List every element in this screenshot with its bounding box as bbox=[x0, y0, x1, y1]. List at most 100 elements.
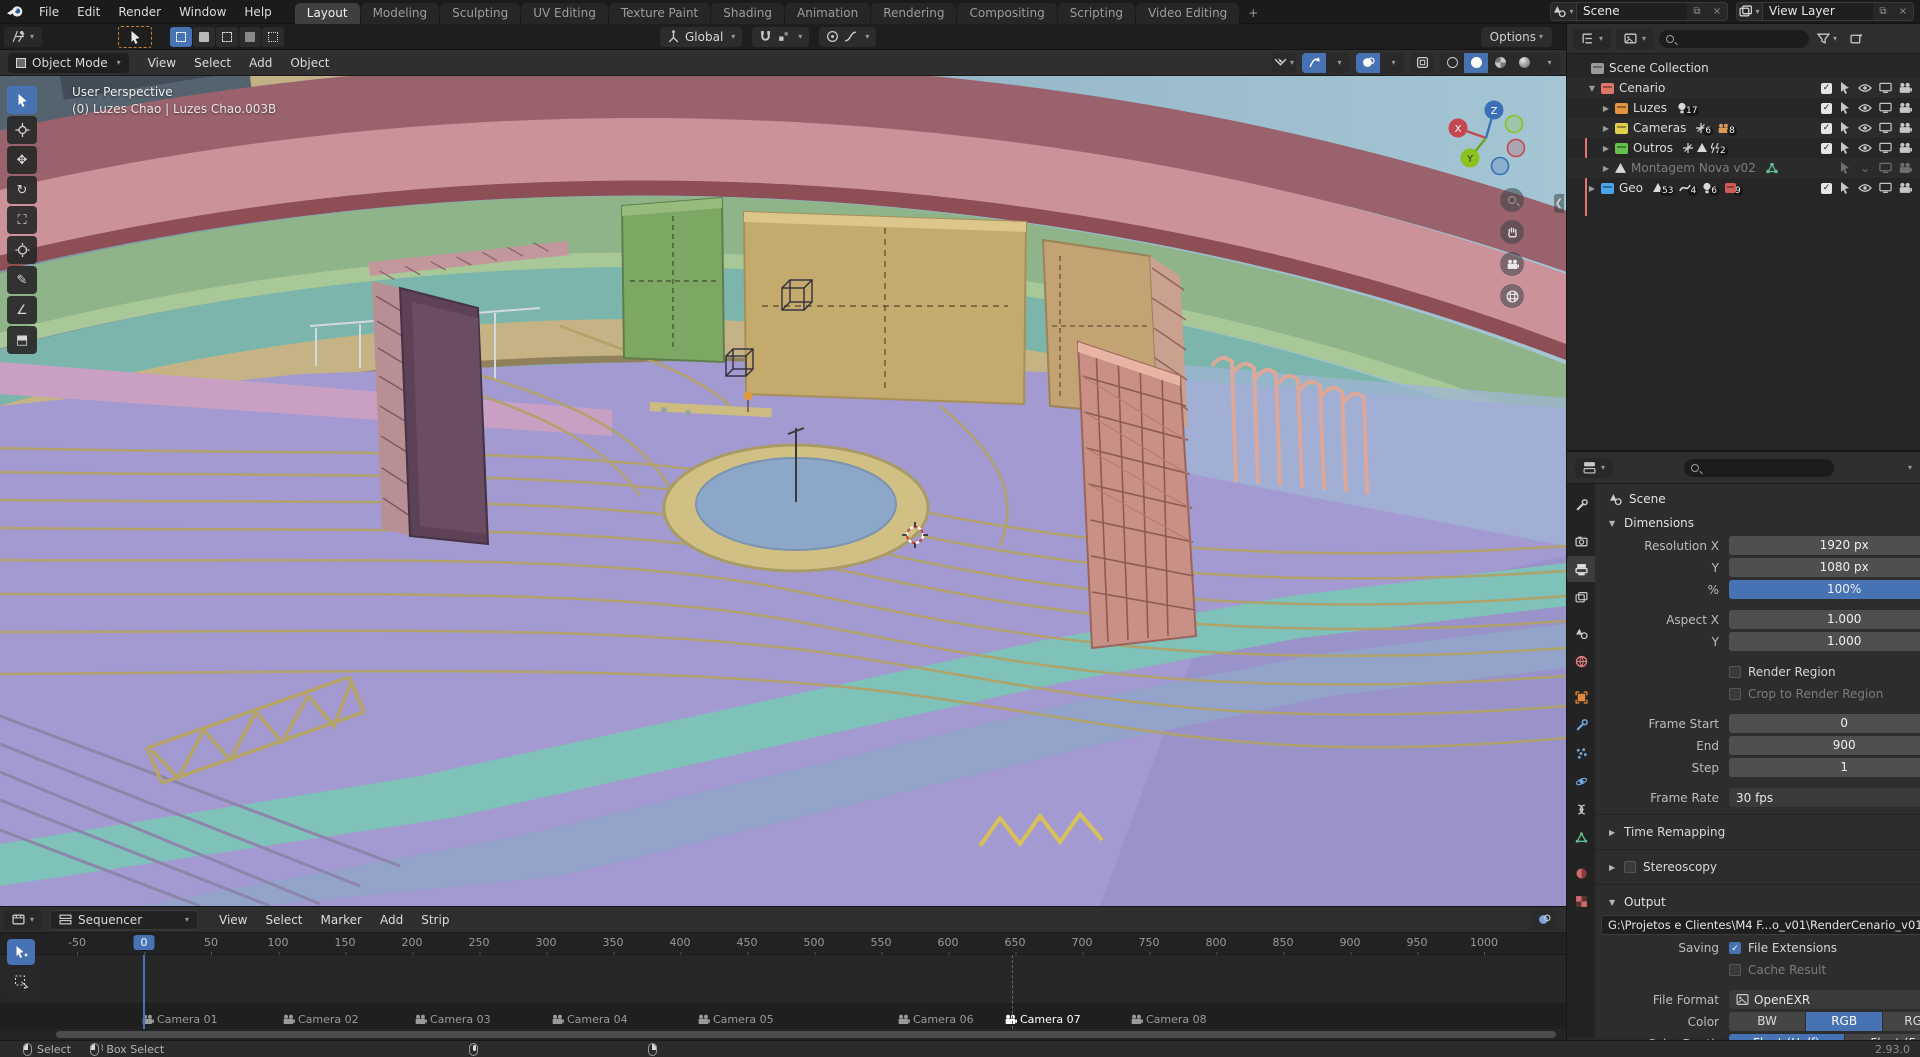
view-layer-copy-icon[interactable]: ⧉ bbox=[1873, 6, 1893, 17]
render-disable-icon[interactable] bbox=[1898, 81, 1912, 95]
properties-tab-render[interactable] bbox=[1567, 528, 1595, 554]
sequencer-menu-select[interactable]: Select bbox=[256, 908, 311, 932]
resolution-y-field[interactable]: 1080 px bbox=[1729, 558, 1920, 577]
sequencer-menu-marker[interactable]: Marker bbox=[312, 908, 371, 932]
hide-eye-icon[interactable] bbox=[1858, 141, 1872, 155]
outliner-row-cameras[interactable]: ▶ Cameras 6 8 ✓ bbox=[1567, 118, 1920, 138]
camera-marker[interactable]: Camera 07 bbox=[1004, 1013, 1081, 1026]
timeline-markers-row[interactable]: Camera 01 Camera 02 Camera 03 Camera 04 Came… bbox=[0, 1003, 1566, 1029]
tool-measure[interactable]: ∠ bbox=[7, 296, 37, 324]
outliner-filter-dropdown[interactable]: ▾ bbox=[1814, 29, 1840, 49]
orientation-dropdown[interactable]: Global ▾ bbox=[660, 26, 743, 47]
output-path-field[interactable]: G:\Projetos e Clientes\M4 F...o_v01\Rend… bbox=[1601, 915, 1920, 935]
expand-arrow-icon[interactable]: ▶ bbox=[1599, 144, 1613, 153]
output-panel-header[interactable]: ▼Output⠿ bbox=[1601, 891, 1920, 913]
select-mode-subtract-button[interactable] bbox=[216, 26, 238, 47]
outliner-row-montagem[interactable]: ▶ Montagem Nova v02 ⌄ bbox=[1567, 158, 1920, 178]
expand-arrow-icon[interactable]: ▶ bbox=[1599, 104, 1613, 113]
properties-tab-object-data[interactable] bbox=[1567, 824, 1595, 850]
tab-shading[interactable]: Shading bbox=[711, 2, 784, 24]
timeline-scrollbar[interactable] bbox=[56, 1031, 1556, 1038]
crop-region-checkbox[interactable] bbox=[1729, 687, 1741, 700]
dimensions-panel-header[interactable]: ▼Dimensions ☰ ⠿ bbox=[1601, 512, 1920, 534]
tab-modeling[interactable]: Modeling bbox=[360, 2, 440, 24]
properties-tab-physics[interactable] bbox=[1567, 768, 1595, 794]
selectable-icon[interactable] bbox=[1838, 141, 1852, 155]
active-tool-indicator[interactable] bbox=[118, 25, 152, 48]
tool-select-box[interactable] bbox=[7, 86, 37, 114]
snap-controls[interactable]: ▾ bbox=[752, 26, 810, 47]
viewport-menu-object[interactable]: Object bbox=[281, 51, 338, 75]
tab-uv-editing[interactable]: UV Editing bbox=[521, 2, 608, 24]
sequencer-menu-strip[interactable]: Strip bbox=[412, 908, 458, 932]
viewport-disable-icon[interactable] bbox=[1878, 181, 1892, 195]
viewport-disable-icon[interactable] bbox=[1878, 81, 1892, 95]
tab-texture-paint[interactable]: Texture Paint bbox=[608, 2, 711, 24]
shading-wireframe-button[interactable] bbox=[1440, 53, 1464, 73]
file-extensions-checkbox[interactable]: ✓ bbox=[1729, 941, 1741, 954]
tab-animation[interactable]: Animation bbox=[785, 2, 871, 24]
hide-eye-icon[interactable] bbox=[1858, 81, 1872, 95]
sidebar-collapse-arrow[interactable]: ❮ bbox=[1553, 194, 1564, 213]
sequencer-menu-view[interactable]: View bbox=[210, 908, 256, 932]
properties-tab-object[interactable] bbox=[1567, 684, 1595, 710]
properties-tab-texture[interactable] bbox=[1567, 888, 1595, 914]
viewport-menu-add[interactable]: Add bbox=[240, 51, 281, 75]
options-dropdown[interactable]: Options ▾ bbox=[1480, 26, 1552, 47]
properties-tab-output[interactable] bbox=[1567, 556, 1595, 582]
outliner-row-luzes[interactable]: ▶ Luzes 17 ✓ bbox=[1567, 98, 1920, 118]
tool-transform[interactable] bbox=[7, 236, 37, 264]
selectable-icon[interactable] bbox=[1838, 81, 1852, 95]
view-layer-icon[interactable]: ▾ bbox=[1737, 3, 1763, 20]
editor-type-outliner-icon[interactable]: ▾ bbox=[1573, 28, 1611, 49]
sequencer-tool-tweak[interactable] bbox=[7, 939, 35, 965]
scene-unlink-icon[interactable]: × bbox=[1707, 6, 1727, 17]
viewport-disable-icon[interactable] bbox=[1878, 121, 1892, 135]
shading-dropdown[interactable]: ▾ bbox=[1536, 53, 1560, 73]
selectable-icon[interactable] bbox=[1838, 121, 1852, 135]
menu-render[interactable]: Render bbox=[109, 0, 170, 24]
mode-dropdown[interactable]: Object Mode ▾ bbox=[8, 52, 129, 73]
properties-tab-view-layer[interactable] bbox=[1567, 584, 1595, 610]
tab-layout[interactable]: Layout bbox=[294, 2, 360, 24]
properties-tab-material[interactable] bbox=[1567, 860, 1595, 886]
viewport-menu-select[interactable]: Select bbox=[185, 51, 240, 75]
menu-help[interactable]: Help bbox=[235, 0, 280, 24]
overlays-dropdown[interactable]: ▾ bbox=[1380, 53, 1404, 73]
view-layer-remove-icon[interactable]: × bbox=[1893, 6, 1913, 17]
breadcrumb-scene[interactable]: Scene bbox=[1629, 492, 1666, 506]
hide-eye-icon[interactable] bbox=[1858, 101, 1872, 115]
render-region-checkbox[interactable] bbox=[1729, 665, 1741, 678]
tool-move[interactable]: ✥ bbox=[7, 146, 37, 174]
color-rgb-button[interactable]: RGB bbox=[1806, 1012, 1883, 1031]
tab-sculpting[interactable]: Sculpting bbox=[440, 2, 521, 24]
color-bw-button[interactable]: BW bbox=[1729, 1012, 1806, 1031]
outliner-row-cenario[interactable]: ▼ Cenario ✓ bbox=[1567, 78, 1920, 98]
navigation-gizmo[interactable]: X Y Z bbox=[1440, 90, 1532, 182]
sequencer-strip-area[interactable] bbox=[0, 955, 1566, 1029]
properties-tab-tool[interactable] bbox=[1567, 492, 1595, 518]
zoom-button[interactable] bbox=[1500, 188, 1524, 212]
tab-compositing[interactable]: Compositing bbox=[957, 2, 1057, 24]
pan-button[interactable] bbox=[1500, 220, 1524, 244]
hide-eye-closed-icon[interactable]: ⌄ bbox=[1858, 161, 1872, 175]
frame-rate-dropdown[interactable]: 30 fps▾ bbox=[1729, 788, 1920, 807]
editor-type-properties-icon[interactable]: ▾ bbox=[1575, 457, 1613, 478]
render-disable-icon[interactable] bbox=[1898, 181, 1912, 195]
time-remapping-panel-header[interactable]: ▶ Time Remapping bbox=[1601, 821, 1920, 843]
selectable-icon[interactable] bbox=[1838, 161, 1852, 175]
render-disable-icon[interactable] bbox=[1898, 161, 1912, 175]
exclude-checkbox[interactable]: ✓ bbox=[1821, 142, 1832, 154]
aspect-y-field[interactable]: 1.000 bbox=[1729, 632, 1920, 651]
current-frame-badge[interactable]: 0 bbox=[133, 935, 155, 950]
playhead-line[interactable] bbox=[143, 955, 145, 1029]
exclude-checkbox[interactable]: ✓ bbox=[1821, 182, 1832, 194]
overlays-toggle[interactable] bbox=[1356, 52, 1380, 73]
expand-arrow-icon[interactable]: ▶ bbox=[1599, 124, 1613, 133]
selectable-icon[interactable] bbox=[1838, 101, 1852, 115]
scene-name-field[interactable]: Scene bbox=[1577, 3, 1687, 20]
expand-arrow-icon[interactable]: ▶ bbox=[1599, 164, 1613, 173]
view-layer-name-field[interactable]: View Layer bbox=[1763, 3, 1873, 20]
properties-tab-world[interactable] bbox=[1567, 648, 1595, 674]
outliner-display-mode-dropdown[interactable]: ▾ bbox=[1616, 28, 1654, 49]
